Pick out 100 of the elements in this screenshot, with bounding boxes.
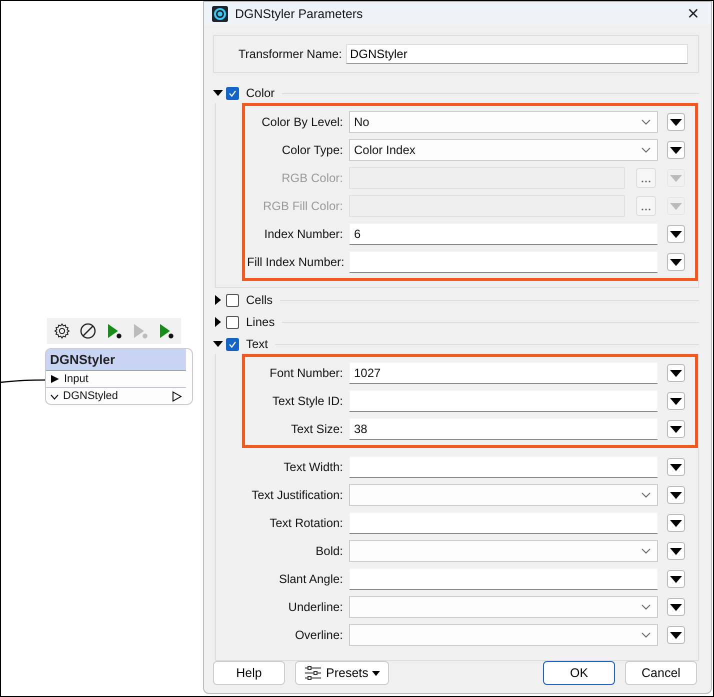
- group-checkbox[interactable]: [226, 86, 239, 100]
- cancel-button[interactable]: Cancel: [625, 661, 697, 685]
- parameter-label: Color Type:: [280, 143, 343, 157]
- chevron-down-icon: [641, 492, 651, 498]
- parameter-label: Index Number:: [263, 227, 343, 241]
- dropdown-field[interactable]: [349, 540, 658, 562]
- sliders-icon: [304, 666, 322, 680]
- close-button[interactable]: ×: [683, 4, 703, 24]
- caret-down-icon: [670, 202, 682, 210]
- parameter-label: Slant Angle:: [278, 572, 343, 586]
- caret-down-icon: [372, 670, 380, 676]
- collapse-arrow-icon[interactable]: [213, 339, 223, 349]
- transformer-name-field[interactable]: DGNStyler: [346, 44, 688, 64]
- parameter-label: Overline:: [294, 628, 343, 642]
- caret-down-icon: [670, 146, 682, 154]
- collapse-arrow-icon[interactable]: [213, 88, 223, 98]
- input-port-label: Input: [64, 373, 88, 385]
- expand-arrow-icon[interactable]: [213, 317, 223, 327]
- value-menu-button[interactable]: [667, 570, 685, 588]
- help-button[interactable]: Help: [213, 661, 285, 685]
- dropdown-field[interactable]: Color Index: [349, 139, 658, 161]
- parameter-label: Text Width:: [282, 460, 343, 474]
- input-field[interactable]: 38: [349, 418, 658, 440]
- color-picker-button[interactable]: [636, 196, 656, 216]
- caret-down-icon: [670, 604, 682, 610]
- input-field[interactable]: 6: [349, 223, 658, 245]
- value-menu-button[interactable]: [667, 392, 685, 410]
- output-port-icon: [172, 390, 182, 402]
- parameter-label: Underline:: [287, 600, 343, 614]
- dropdown-field[interactable]: [349, 484, 658, 506]
- value-menu-button[interactable]: [667, 458, 685, 476]
- value-menu-button[interactable]: [667, 364, 685, 382]
- group-checkbox[interactable]: [226, 294, 239, 306]
- parameter-label: RGB Fill Color:: [262, 199, 343, 213]
- group-checkbox[interactable]: [226, 338, 239, 350]
- chevron-down-icon: [641, 147, 651, 153]
- value-menu-button[interactable]: [667, 113, 685, 131]
- caret-down-icon: [670, 632, 682, 638]
- transformer-node[interactable]: DGNStyler Input DGNStyled: [45, 348, 193, 405]
- parameter-label: Font Number:: [268, 366, 343, 380]
- dropdown-field[interactable]: [349, 624, 658, 646]
- value-menu-button[interactable]: [667, 141, 685, 159]
- value-menu-button[interactable]: [667, 598, 685, 616]
- parameter-label: Text Style ID:: [271, 394, 343, 408]
- field-label: Transformer Name:: [237, 47, 342, 61]
- parameter-label: Bold:: [314, 544, 343, 558]
- group-checkbox[interactable]: [226, 316, 239, 328]
- value-menu-button[interactable]: [667, 542, 685, 560]
- app-icon: [212, 6, 228, 22]
- value-menu-button[interactable]: [667, 514, 685, 532]
- caret-down-icon: [670, 174, 682, 182]
- input-field[interactable]: [349, 390, 658, 412]
- ok-button[interactable]: OK: [543, 661, 615, 685]
- parameter-label: Color By Level:: [260, 115, 343, 129]
- input-field[interactable]: [349, 251, 658, 273]
- group-label: Color: [246, 86, 275, 100]
- caret-down-icon: [670, 492, 682, 498]
- ellipsis-icon: [641, 208, 651, 211]
- input-field[interactable]: [349, 512, 658, 534]
- caret-down-icon: [670, 398, 682, 404]
- chevron-down-icon: [641, 632, 651, 638]
- dropdown-field[interactable]: No: [349, 111, 658, 133]
- presets-button[interactable]: Presets: [295, 661, 390, 685]
- value-menu-button[interactable]: [667, 420, 685, 438]
- checkmark-icon: [228, 340, 237, 348]
- caret-down-icon: [670, 426, 682, 432]
- caret-down-icon: [670, 230, 682, 238]
- caret-down-icon: [670, 576, 682, 582]
- value-menu-button[interactable]: [667, 486, 685, 504]
- expand-arrow-icon[interactable]: [213, 295, 223, 305]
- node-title: DGNStyler: [46, 349, 186, 371]
- group-label: Cells: [246, 293, 273, 307]
- caret-down-icon: [670, 370, 682, 376]
- parameter-label: Text Rotation:: [268, 516, 343, 530]
- group-label: Text: [246, 337, 268, 351]
- caret-down-icon: [670, 258, 682, 266]
- input-field[interactable]: [349, 456, 658, 478]
- output-port-label: DGNStyled: [63, 390, 118, 402]
- checkmark-icon: [228, 88, 237, 98]
- parameter-label: Text Size:: [290, 422, 343, 436]
- color-picker-button[interactable]: [636, 168, 656, 188]
- caret-down-icon: [670, 464, 682, 470]
- parameter-label: Text Justification:: [250, 488, 343, 502]
- parameter-label: Fill Index Number:: [247, 255, 343, 269]
- chevron-down-icon: [641, 604, 651, 610]
- ellipsis-icon: [641, 180, 651, 183]
- value-menu-button[interactable]: [667, 225, 685, 243]
- input-port-icon: [50, 374, 60, 384]
- input-field[interactable]: [349, 568, 658, 590]
- value-menu-button[interactable]: [667, 253, 685, 271]
- group-label: Lines: [246, 315, 275, 329]
- value-menu-button[interactable]: [667, 626, 685, 644]
- chevron-down-icon: [641, 119, 651, 125]
- caret-down-icon: [670, 118, 682, 126]
- dropdown-field[interactable]: [349, 596, 658, 618]
- window-title: DGNStyler Parameters: [235, 6, 363, 20]
- parameter-label: RGB Color:: [280, 171, 343, 185]
- input-field[interactable]: 1027: [349, 362, 658, 384]
- caret-down-icon: [670, 548, 682, 554]
- chevron-down-icon: [641, 548, 651, 554]
